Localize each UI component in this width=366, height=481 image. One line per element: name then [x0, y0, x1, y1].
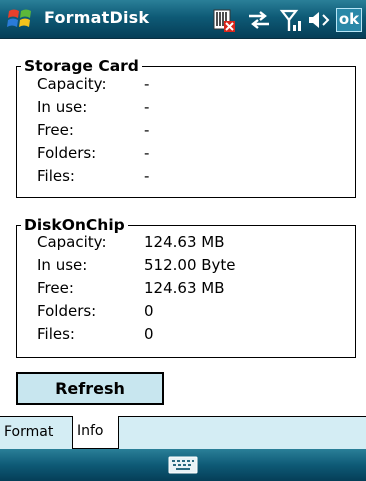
free-value: -	[144, 121, 150, 139]
files-value: -	[144, 167, 150, 185]
title-bar: FormatDisk ok	[0, 0, 366, 39]
free-value: 124.63 MB	[144, 279, 225, 297]
capacity-label: Capacity:	[37, 75, 107, 93]
windows-start-icon[interactable]	[6, 5, 34, 33]
capacity-value: -	[144, 75, 150, 93]
in-use-label: In use:	[37, 256, 88, 274]
capacity-label: Capacity:	[37, 233, 107, 251]
signal-strength-icon[interactable]	[278, 7, 304, 33]
ok-button[interactable]: ok	[336, 8, 362, 32]
tab-info[interactable]: Info	[72, 416, 119, 449]
in-use-value: 512.00 Byte	[144, 256, 236, 274]
capacity-value: 124.63 MB	[144, 233, 225, 251]
free-label: Free:	[37, 121, 74, 139]
free-label: Free:	[37, 279, 74, 297]
files-label: Files:	[37, 325, 75, 343]
refresh-button[interactable]: Refresh	[16, 372, 164, 405]
folders-label: Folders:	[37, 144, 97, 162]
in-use-value: -	[144, 98, 150, 116]
sim-card-missing-icon[interactable]	[210, 7, 236, 33]
folders-label: Folders:	[37, 302, 97, 320]
keyboard-icon[interactable]	[168, 456, 198, 474]
speaker-icon[interactable]	[306, 7, 332, 33]
tab-strip: Format Info	[0, 416, 366, 449]
files-label: Files:	[37, 167, 75, 185]
app-title: FormatDisk	[44, 8, 150, 27]
tab-format[interactable]: Format	[0, 416, 72, 449]
in-use-label: In use:	[37, 98, 88, 116]
menu-bar	[0, 449, 366, 481]
sync-arrows-icon[interactable]	[246, 7, 272, 33]
folders-value: -	[144, 144, 150, 162]
files-value: 0	[144, 325, 154, 343]
folders-value: 0	[144, 302, 154, 320]
